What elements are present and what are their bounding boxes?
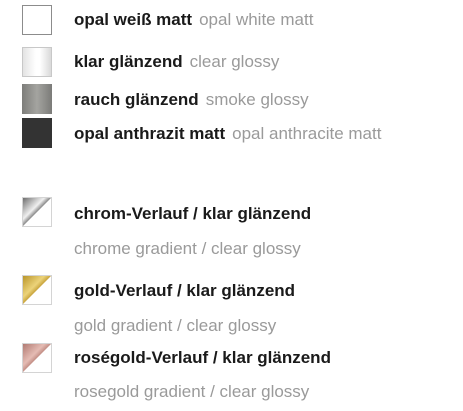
finish-label: opal weiß matt opal white matt: [74, 10, 313, 30]
chrome-gradient-swatch-icon: [22, 197, 52, 227]
rosegold-gradient-swatch-icon: [22, 343, 52, 373]
finish-label: klar glänzend clear glossy: [74, 52, 279, 72]
gradient-label-de: gold-Verlauf / klar glänzend: [74, 281, 295, 301]
opal-white-matt-swatch-icon: [22, 5, 52, 35]
finish-name-en: opal white matt: [199, 10, 314, 29]
gradient-name-de: gold-Verlauf / klar glänzend: [74, 281, 296, 300]
finish-label: opal anthrazit matt opal anthracite matt: [74, 124, 381, 144]
gold-gradient-swatch-icon: [22, 275, 52, 305]
clear-glossy-swatch-icon: [22, 47, 52, 77]
finish-name-en: smoke glossy: [205, 90, 309, 109]
finish-name-en: opal anthracite matt: [232, 124, 382, 143]
finish-name-de: opal weiß matt: [74, 10, 193, 29]
gradient-name-en: gold gradient / clear glossy: [74, 316, 277, 335]
gradient-name-en: rosegold gradient / clear glossy: [74, 382, 310, 401]
finish-name-de: klar glänzend: [74, 52, 183, 71]
gradient-name-de: chrom-Verlauf / klar glänzend: [74, 204, 312, 223]
finish-name-de: rauch glänzend: [74, 90, 199, 109]
gradient-label-de: roségold-Verlauf / klar glänzend: [74, 348, 331, 368]
finish-name-en: clear glossy: [189, 52, 280, 71]
gradient-label-de: chrom-Verlauf / klar glänzend: [74, 204, 311, 224]
finish-label: rauch glänzend smoke glossy: [74, 90, 309, 110]
gradient-name-de: roségold-Verlauf / klar glänzend: [74, 348, 331, 367]
smoke-glossy-swatch-icon: [22, 84, 52, 114]
finish-name-de: opal anthrazit matt: [74, 124, 226, 143]
opal-anthracite-matt-swatch-icon: [22, 118, 52, 148]
gradient-name-en: chrome gradient / clear glossy: [74, 239, 301, 258]
